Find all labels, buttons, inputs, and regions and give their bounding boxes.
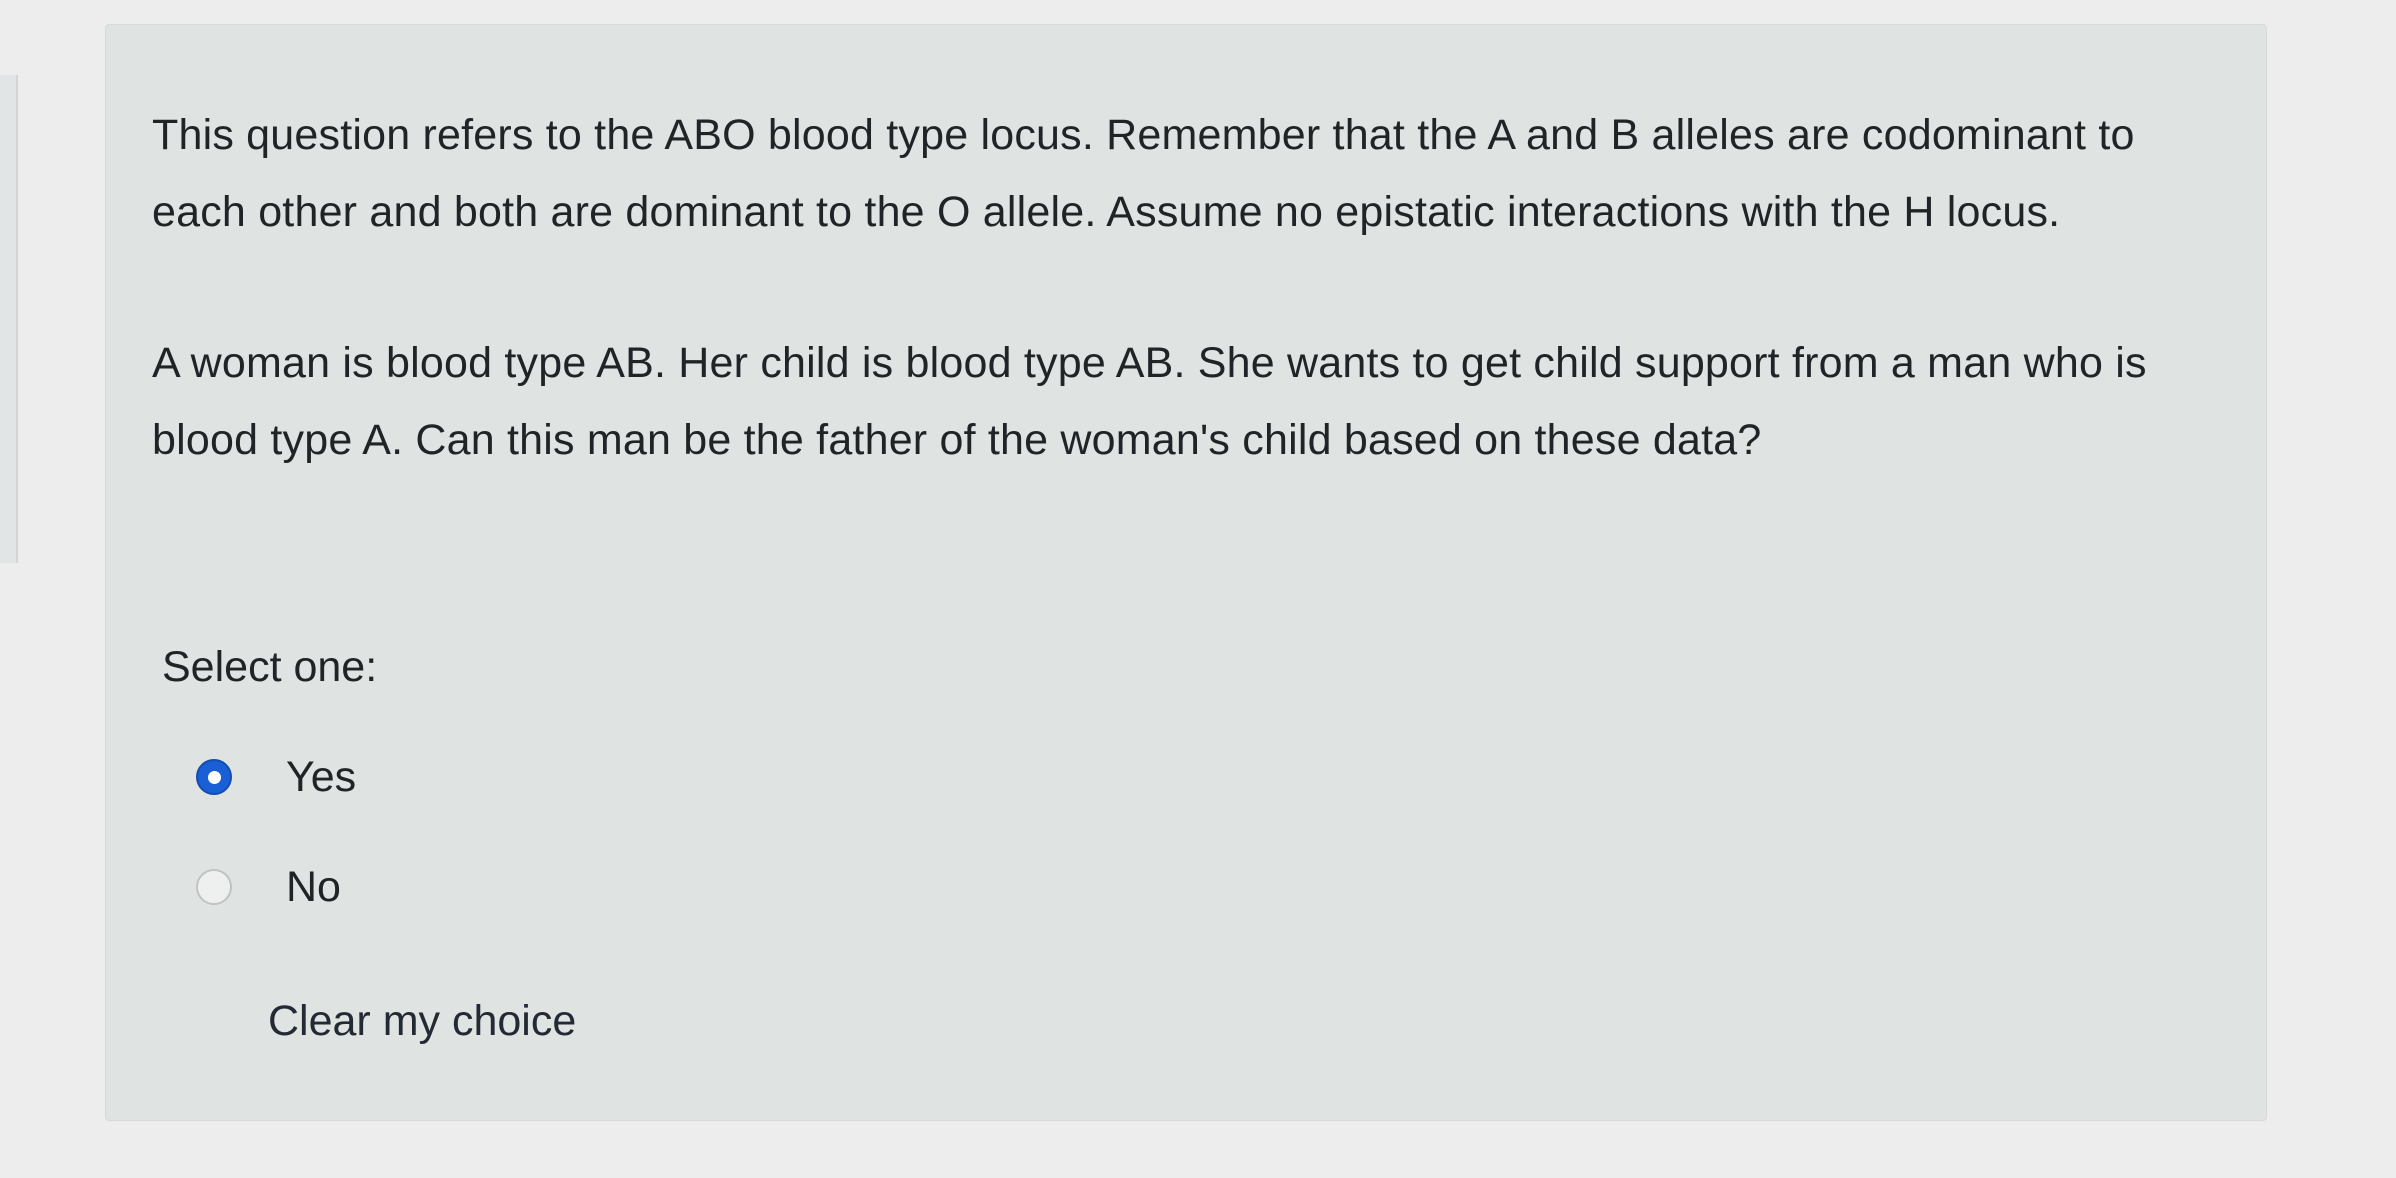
question-intro-text: This question refers to the ABO blood ty… — [152, 111, 2135, 236]
question-card: This question refers to the ABO blood ty… — [106, 25, 2266, 1120]
answer-option-yes[interactable]: Yes — [196, 747, 356, 807]
clear-my-choice-link[interactable]: Clear my choice — [268, 991, 576, 1051]
select-one-prompt: Select one: — [162, 643, 378, 691]
radio-checked-icon[interactable] — [196, 759, 232, 795]
answer-option-no[interactable]: No — [196, 857, 341, 917]
adjacent-panel-edge — [0, 75, 18, 563]
answer-option-yes-label: Yes — [286, 753, 357, 801]
answer-option-no-label: No — [286, 863, 341, 911]
question-body-text: A woman is blood type AB. Her child is b… — [152, 339, 2147, 464]
radio-unchecked-icon[interactable] — [196, 869, 232, 905]
